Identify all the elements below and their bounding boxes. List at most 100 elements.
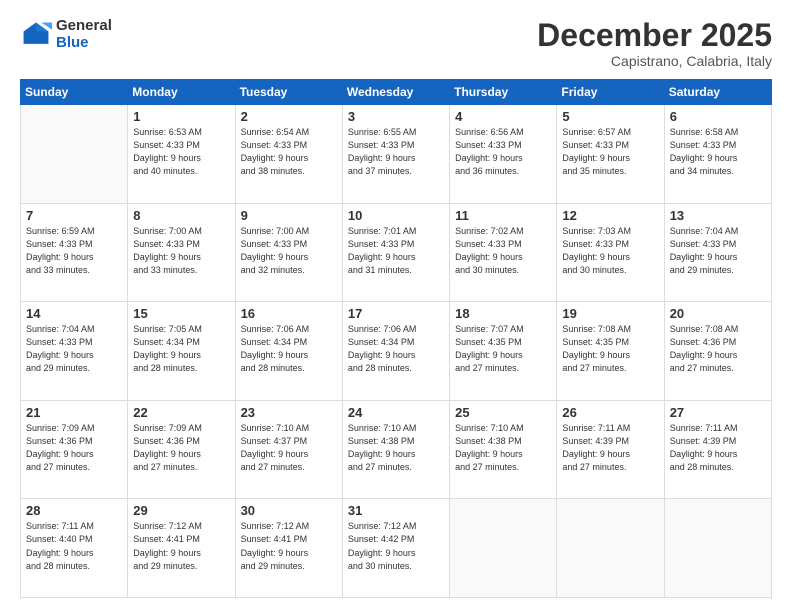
day-number: 23 [241, 405, 337, 420]
calendar-day-cell: 5 Sunrise: 6:57 AM Sunset: 4:33 PM Daylig… [557, 105, 664, 204]
day-info: Sunrise: 6:53 AM Sunset: 4:33 PM Dayligh… [133, 126, 229, 178]
calendar-week-row: 1 Sunrise: 6:53 AM Sunset: 4:33 PM Daylig… [21, 105, 772, 204]
page-container: General Blue December 2025 Capistrano, C… [0, 0, 792, 612]
day-info: Sunrise: 7:10 AM Sunset: 4:38 PM Dayligh… [455, 422, 551, 474]
weekday-header: Friday [557, 80, 664, 105]
calendar-day-cell [557, 499, 664, 598]
calendar-day-cell: 4 Sunrise: 6:56 AM Sunset: 4:33 PM Daylig… [450, 105, 557, 204]
day-number: 26 [562, 405, 658, 420]
calendar-day-cell: 29 Sunrise: 7:12 AM Sunset: 4:41 PM Dayli… [128, 499, 235, 598]
calendar-day-cell: 6Sunrise: 6:58 AM Sunset: 4:33 PM Daylig… [664, 105, 771, 204]
calendar-week-row: 21 Sunrise: 7:09 AM Sunset: 4:36 PM Dayli… [21, 400, 772, 499]
calendar-day-cell: 19Sunrise: 7:08 AM Sunset: 4:35 PM Dayli… [557, 302, 664, 401]
calendar-day-cell: 21 Sunrise: 7:09 AM Sunset: 4:36 PM Dayli… [21, 400, 128, 499]
month-title: December 2025 [537, 18, 772, 53]
calendar-day-cell: 3 Sunrise: 6:55 AM Sunset: 4:33 PM Daylig… [342, 105, 449, 204]
weekday-header: Sunday [21, 80, 128, 105]
day-number: 28 [26, 503, 122, 518]
day-info: Sunrise: 6:56 AM Sunset: 4:33 PM Dayligh… [455, 126, 551, 178]
day-number: 21 [26, 405, 122, 420]
calendar-day-cell: 20 Sunrise: 7:08 AM Sunset: 4:36 PM Dayli… [664, 302, 771, 401]
calendar-week-row: 7Sunrise: 6:59 AM Sunset: 4:33 PM Daylig… [21, 203, 772, 302]
calendar-day-cell: 18 Sunrise: 7:07 AM Sunset: 4:35 PM Dayli… [450, 302, 557, 401]
day-number: 1 [133, 109, 229, 124]
day-info: Sunrise: 7:02 AM Sunset: 4:33 PM Dayligh… [455, 225, 551, 277]
calendar-day-cell [450, 499, 557, 598]
day-info: Sunrise: 7:10 AM Sunset: 4:37 PM Dayligh… [241, 422, 337, 474]
day-number: 29 [133, 503, 229, 518]
day-info: Sunrise: 7:11 AM Sunset: 4:39 PM Dayligh… [562, 422, 658, 474]
day-info: Sunrise: 7:12 AM Sunset: 4:42 PM Dayligh… [348, 520, 444, 572]
day-info: Sunrise: 7:12 AM Sunset: 4:41 PM Dayligh… [133, 520, 229, 572]
day-number: 5 [562, 109, 658, 124]
calendar-table: SundayMondayTuesdayWednesdayThursdayFrid… [20, 79, 772, 598]
day-number: 14 [26, 306, 122, 321]
day-number: 8 [133, 208, 229, 223]
day-info: Sunrise: 7:03 AM Sunset: 4:33 PM Dayligh… [562, 225, 658, 277]
logo-general: General [56, 18, 112, 35]
logo-text: General Blue [56, 18, 112, 51]
day-number: 18 [455, 306, 551, 321]
day-number: 9 [241, 208, 337, 223]
calendar-day-cell: 7Sunrise: 6:59 AM Sunset: 4:33 PM Daylig… [21, 203, 128, 302]
calendar-day-cell: 22Sunrise: 7:09 AM Sunset: 4:36 PM Dayli… [128, 400, 235, 499]
calendar-day-cell: 14 Sunrise: 7:04 AM Sunset: 4:33 PM Dayli… [21, 302, 128, 401]
day-info: Sunrise: 7:10 AM Sunset: 4:38 PM Dayligh… [348, 422, 444, 474]
day-info: Sunrise: 7:00 AM Sunset: 4:33 PM Dayligh… [133, 225, 229, 277]
day-info: Sunrise: 7:00 AM Sunset: 4:33 PM Dayligh… [241, 225, 337, 277]
day-number: 24 [348, 405, 444, 420]
calendar-day-cell: 26 Sunrise: 7:11 AM Sunset: 4:39 PM Dayli… [557, 400, 664, 499]
day-number: 20 [670, 306, 766, 321]
logo: General Blue [20, 18, 112, 51]
calendar-day-cell: 15 Sunrise: 7:05 AM Sunset: 4:34 PM Dayli… [128, 302, 235, 401]
day-info: Sunrise: 7:09 AM Sunset: 4:36 PM Dayligh… [26, 422, 122, 474]
calendar-day-cell: 16Sunrise: 7:06 AM Sunset: 4:34 PM Dayli… [235, 302, 342, 401]
logo-icon [20, 19, 52, 51]
day-info: Sunrise: 7:01 AM Sunset: 4:33 PM Dayligh… [348, 225, 444, 277]
weekday-header: Tuesday [235, 80, 342, 105]
day-info: Sunrise: 7:05 AM Sunset: 4:34 PM Dayligh… [133, 323, 229, 375]
calendar-day-cell: 24 Sunrise: 7:10 AM Sunset: 4:38 PM Dayli… [342, 400, 449, 499]
weekday-header: Saturday [664, 80, 771, 105]
title-block: December 2025 Capistrano, Calabria, Ital… [537, 18, 772, 69]
calendar-day-cell: 30 Sunrise: 7:12 AM Sunset: 4:41 PM Dayli… [235, 499, 342, 598]
day-number: 27 [670, 405, 766, 420]
day-number: 31 [348, 503, 444, 518]
calendar-day-cell: 9 Sunrise: 7:00 AM Sunset: 4:33 PM Daylig… [235, 203, 342, 302]
day-number: 2 [241, 109, 337, 124]
calendar-day-cell: 10 Sunrise: 7:01 AM Sunset: 4:33 PM Dayli… [342, 203, 449, 302]
calendar-day-cell: 13Sunrise: 7:04 AM Sunset: 4:33 PM Dayli… [664, 203, 771, 302]
day-info: Sunrise: 6:55 AM Sunset: 4:33 PM Dayligh… [348, 126, 444, 178]
day-info: Sunrise: 6:57 AM Sunset: 4:33 PM Dayligh… [562, 126, 658, 178]
calendar-day-cell: 1 Sunrise: 6:53 AM Sunset: 4:33 PM Daylig… [128, 105, 235, 204]
day-number: 10 [348, 208, 444, 223]
day-number: 4 [455, 109, 551, 124]
day-number: 11 [455, 208, 551, 223]
day-info: Sunrise: 7:04 AM Sunset: 4:33 PM Dayligh… [26, 323, 122, 375]
calendar-day-cell [664, 499, 771, 598]
day-number: 15 [133, 306, 229, 321]
day-info: Sunrise: 7:08 AM Sunset: 4:35 PM Dayligh… [562, 323, 658, 375]
day-info: Sunrise: 7:09 AM Sunset: 4:36 PM Dayligh… [133, 422, 229, 474]
day-info: Sunrise: 7:06 AM Sunset: 4:34 PM Dayligh… [348, 323, 444, 375]
day-info: Sunrise: 6:54 AM Sunset: 4:33 PM Dayligh… [241, 126, 337, 178]
day-info: Sunrise: 7:12 AM Sunset: 4:41 PM Dayligh… [241, 520, 337, 572]
day-info: Sunrise: 7:11 AM Sunset: 4:39 PM Dayligh… [670, 422, 766, 474]
day-info: Sunrise: 7:08 AM Sunset: 4:36 PM Dayligh… [670, 323, 766, 375]
calendar-week-row: 28 Sunrise: 7:11 AM Sunset: 4:40 PM Dayli… [21, 499, 772, 598]
day-info: Sunrise: 7:11 AM Sunset: 4:40 PM Dayligh… [26, 520, 122, 572]
day-number: 25 [455, 405, 551, 420]
day-info: Sunrise: 6:58 AM Sunset: 4:33 PM Dayligh… [670, 126, 766, 178]
day-number: 12 [562, 208, 658, 223]
day-number: 3 [348, 109, 444, 124]
calendar-week-row: 14 Sunrise: 7:04 AM Sunset: 4:33 PM Dayli… [21, 302, 772, 401]
day-info: Sunrise: 7:04 AM Sunset: 4:33 PM Dayligh… [670, 225, 766, 277]
day-number: 30 [241, 503, 337, 518]
weekday-header: Wednesday [342, 80, 449, 105]
calendar-day-cell: 31 Sunrise: 7:12 AM Sunset: 4:42 PM Dayli… [342, 499, 449, 598]
day-info: Sunrise: 7:07 AM Sunset: 4:35 PM Dayligh… [455, 323, 551, 375]
weekday-header: Monday [128, 80, 235, 105]
calendar-day-cell: 27 Sunrise: 7:11 AM Sunset: 4:39 PM Dayli… [664, 400, 771, 499]
calendar-day-cell [21, 105, 128, 204]
day-info: Sunrise: 7:06 AM Sunset: 4:34 PM Dayligh… [241, 323, 337, 375]
